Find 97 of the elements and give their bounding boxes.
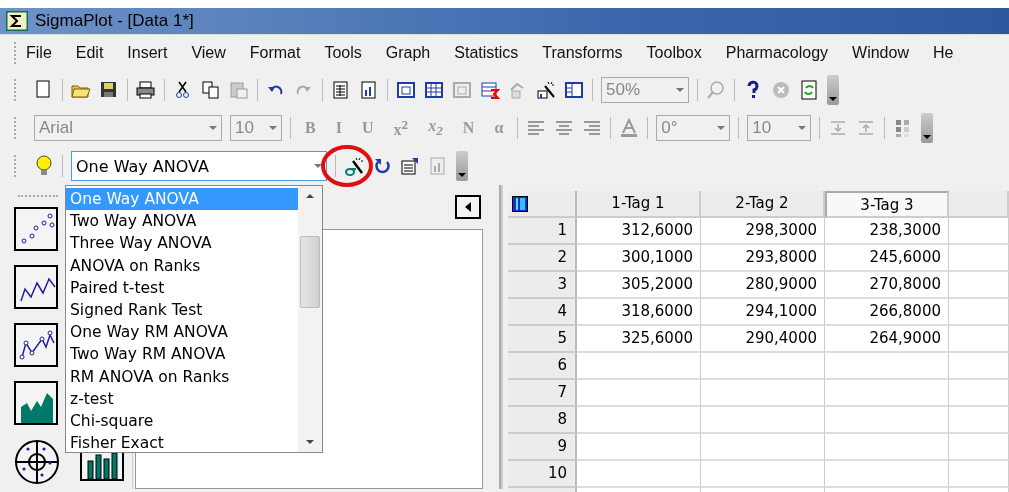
column-header[interactable]: 3-Tag 3 bbox=[825, 191, 949, 218]
menu-item[interactable]: Statistics bbox=[454, 44, 519, 62]
copy-icon[interactable] bbox=[201, 80, 221, 100]
table-cell: 270,8000 bbox=[825, 272, 949, 299]
test-combo[interactable]: One Way ANOVA bbox=[71, 151, 327, 181]
rerun-icon[interactable] bbox=[372, 156, 392, 176]
table-cell: 312,6000 bbox=[577, 218, 701, 245]
left-arrow-icon bbox=[464, 202, 472, 212]
menu-item[interactable]: Graph bbox=[385, 44, 431, 62]
menu-item[interactable]: Toolbox bbox=[646, 44, 702, 62]
table-icon[interactable] bbox=[424, 80, 444, 100]
printer-icon[interactable] bbox=[136, 80, 156, 100]
menu-item[interactable]: Transforms bbox=[542, 44, 623, 62]
toolbar-overflow-button[interactable] bbox=[456, 151, 468, 181]
menu-item[interactable]: View bbox=[191, 44, 226, 62]
toolbar-overflow-button[interactable] bbox=[827, 75, 839, 105]
table-cell bbox=[949, 461, 1009, 488]
table-cell bbox=[949, 326, 1009, 353]
worksheet-icon[interactable] bbox=[331, 80, 351, 100]
collapse-pane-button[interactable] bbox=[455, 195, 481, 219]
menu-item[interactable]: Format bbox=[249, 44, 301, 62]
dropdown-item[interactable]: ANOVA on Ranks bbox=[66, 254, 298, 277]
area-plot-icon[interactable] bbox=[14, 381, 58, 425]
window-icon[interactable] bbox=[396, 80, 416, 100]
table-cell: 280,9000 bbox=[701, 272, 825, 299]
dropdown-item[interactable]: Paired t-test bbox=[66, 276, 298, 299]
menu-item[interactable]: Pharmacology bbox=[725, 44, 829, 62]
column-header[interactable]: 1-Tag 1 bbox=[577, 191, 701, 218]
line-scatter-plot-icon[interactable] bbox=[14, 323, 58, 367]
row-header[interactable]: 10 bbox=[508, 461, 577, 488]
graph-page-icon[interactable] bbox=[359, 80, 379, 100]
lightbulb-icon[interactable] bbox=[34, 155, 54, 177]
row-header[interactable]: 2 bbox=[508, 245, 577, 272]
row-header[interactable]: 1 bbox=[508, 218, 577, 245]
menu-item[interactable]: Edit bbox=[75, 44, 104, 62]
table-cell: 238,3000 bbox=[825, 218, 949, 245]
line-plot-icon[interactable] bbox=[14, 265, 58, 309]
row-header[interactable]: 3 bbox=[508, 272, 577, 299]
menu-item[interactable]: He bbox=[932, 44, 954, 62]
text-color-icon[interactable] bbox=[619, 118, 640, 138]
magic-wand-chart-icon[interactable] bbox=[536, 80, 556, 100]
table-cell: 294,1000 bbox=[701, 299, 825, 326]
row-header[interactable]: 5 bbox=[508, 326, 577, 353]
table-cell: 298,3000 bbox=[701, 218, 825, 245]
column-header[interactable]: 2-Tag 2 bbox=[701, 191, 825, 218]
scrollbar-thumb[interactable] bbox=[300, 236, 320, 308]
menu-item[interactable]: Insert bbox=[127, 44, 168, 62]
worksheet-corner-icon[interactable] bbox=[512, 195, 528, 212]
panel-layout-icon[interactable] bbox=[564, 80, 584, 100]
menu-item[interactable]: File bbox=[26, 44, 52, 62]
table-cell bbox=[949, 353, 1009, 380]
table-cell bbox=[949, 380, 1009, 407]
scatter-plot-icon[interactable] bbox=[14, 207, 58, 251]
menu-item[interactable]: Tools bbox=[324, 44, 362, 62]
table-cell bbox=[949, 272, 1009, 299]
row-header[interactable]: 8 bbox=[508, 407, 577, 434]
menu-item[interactable]: Window bbox=[852, 44, 909, 62]
table-cell bbox=[949, 218, 1009, 245]
dropdown-item[interactable]: Three Way ANOVA bbox=[66, 232, 298, 255]
dropdown-item[interactable]: One Way RM ANOVA bbox=[66, 321, 298, 344]
highlight-circle bbox=[320, 144, 374, 188]
table-cell bbox=[949, 434, 1009, 461]
row-header[interactable]: 4 bbox=[508, 299, 577, 326]
table-cell: 264,9000 bbox=[825, 326, 949, 353]
dropdown-item[interactable]: RM ANOVA on Ranks bbox=[66, 365, 298, 388]
row-header[interactable]: 6 bbox=[508, 353, 577, 380]
table-cell: 290,4000 bbox=[701, 326, 825, 353]
table-cell bbox=[949, 245, 1009, 272]
polar-plot-icon[interactable] bbox=[14, 439, 60, 485]
sigma-worksheet-icon[interactable] bbox=[480, 80, 500, 100]
dropdown-item[interactable]: Signed Rank Test bbox=[66, 298, 298, 322]
table-cell: 318,6000 bbox=[577, 299, 701, 326]
row-header[interactable]: 9 bbox=[508, 434, 577, 461]
save-icon[interactable] bbox=[99, 80, 119, 100]
scrollbar[interactable] bbox=[298, 186, 322, 452]
dropdown-item[interactable]: z-test bbox=[66, 387, 298, 410]
table-cell: 293,8000 bbox=[701, 245, 825, 272]
refresh-document-icon[interactable] bbox=[799, 80, 819, 100]
run-test-icon[interactable] bbox=[344, 156, 364, 176]
window-title: SigmaPlot - [Data 1*] bbox=[35, 11, 194, 31]
scroll-down-icon[interactable] bbox=[305, 438, 315, 446]
scroll-up-icon[interactable] bbox=[305, 192, 315, 200]
table-cell: 300,1000 bbox=[577, 245, 701, 272]
table-cell: 325,6000 bbox=[577, 326, 701, 353]
table-cell: 266,8000 bbox=[825, 299, 949, 326]
table-cell bbox=[949, 299, 1009, 326]
report-icon[interactable] bbox=[400, 156, 420, 176]
dropdown-item[interactable]: Two Way RM ANOVA bbox=[66, 343, 298, 366]
row-header[interactable]: 7 bbox=[508, 380, 577, 407]
app-icon bbox=[6, 11, 28, 31]
toolbar-overflow-button[interactable] bbox=[921, 113, 934, 143]
dropdown-item[interactable]: Chi-square bbox=[66, 409, 298, 433]
table-cell bbox=[949, 407, 1009, 434]
dropdown-item[interactable]: Two Way ANOVA bbox=[66, 210, 298, 233]
table-cell: 305,2000 bbox=[577, 272, 701, 299]
table-cell: 245,6000 bbox=[825, 245, 949, 272]
dropdown-item[interactable]: Fisher Exact bbox=[66, 432, 298, 455]
